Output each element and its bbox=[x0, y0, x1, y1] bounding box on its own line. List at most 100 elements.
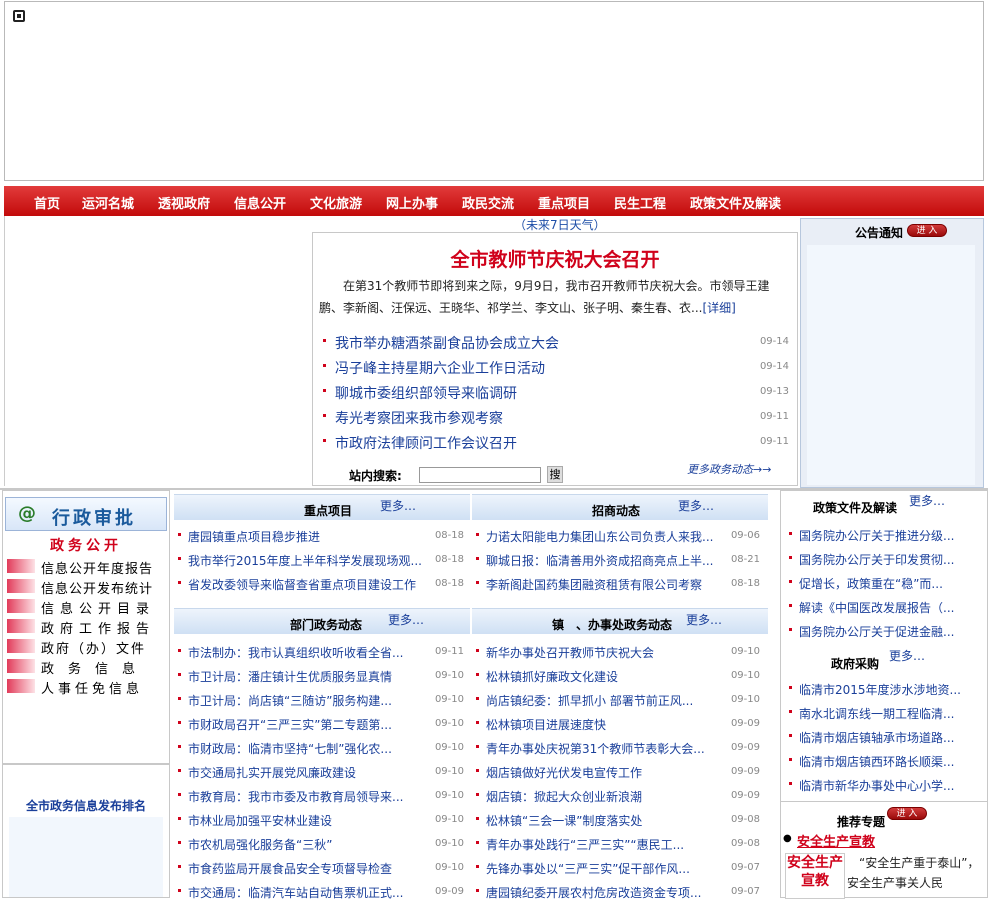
list-item[interactable]: 青年办事处庆祝第31个教师节表彰大会... 09-09 bbox=[476, 736, 760, 760]
sidebar-item-gov-documents[interactable]: 政府（办）文件 bbox=[7, 637, 157, 657]
list-item[interactable]: 临清市烟店镇西环路长顺渠... bbox=[789, 749, 979, 773]
list-item[interactable]: 省发改委领导来临督查省重点项目建设工作 08-18 bbox=[178, 572, 464, 596]
item-title[interactable]: 市财政局召开“三严三实”第二专题第... bbox=[188, 716, 428, 733]
list-item[interactable]: 聊城市委组织部领导来临调研 09-13 bbox=[323, 381, 789, 405]
list-item[interactable]: 烟店镇做好光伏发电宣传工作 09-09 bbox=[476, 760, 760, 784]
sidebar-item-release-stats[interactable]: 信息公开发布统计 bbox=[7, 577, 157, 597]
item-title[interactable]: 烟店镇做好光伏发电宣传工作 bbox=[486, 764, 722, 781]
admin-approval-banner[interactable]: @ 行政审批 bbox=[5, 497, 167, 531]
more-link[interactable]: 更多… bbox=[686, 611, 722, 628]
safety-topic-link[interactable]: 安全生产宣教 bbox=[797, 831, 875, 850]
item-title[interactable]: 市交通局：临清汽车站自动售票机正式... bbox=[188, 884, 428, 901]
nav-online-services[interactable]: 网上办事 bbox=[386, 193, 438, 212]
nav-canal-city[interactable]: 运河名城 bbox=[82, 193, 134, 212]
list-item[interactable]: 国务院办公厅关于促进金融... bbox=[789, 619, 979, 643]
nav-home[interactable]: 首页 bbox=[34, 193, 60, 212]
item-title[interactable]: 市教育局：我市市委及市教育局领导来... bbox=[188, 788, 428, 805]
item-title[interactable]: 松林镇项目进展速度快 bbox=[486, 716, 722, 733]
list-item[interactable]: 市卫计局：尚店镇“三随访”服务构建... 09-10 bbox=[178, 688, 464, 712]
item-title[interactable]: 唐园镇纪委开展农村危房改造资金专项... bbox=[486, 884, 722, 901]
item-title[interactable]: 李新阁赴国药集团融资租赁有限公司考察 bbox=[486, 576, 722, 593]
news-title[interactable]: 冯子峰主持星期六企业工作日活动 bbox=[335, 358, 545, 378]
item-title[interactable]: 国务院办公厅关于印发贯彻... bbox=[799, 551, 975, 568]
news-title[interactable]: 寿光考察团来我市参观考察 bbox=[335, 408, 503, 428]
list-item[interactable]: 尚店镇纪委：抓早抓小 部署节前正风... 09-10 bbox=[476, 688, 760, 712]
list-item[interactable]: 聊城日报：临清善用外资成招商亮点上半... 08-21 bbox=[476, 548, 760, 572]
item-title[interactable]: 市农机局强化服务备“三秋” bbox=[188, 836, 428, 853]
nav-policy-docs[interactable]: 政策文件及解读 bbox=[690, 193, 781, 212]
more-link[interactable]: 更多… bbox=[909, 492, 945, 509]
list-item[interactable]: 南水北调东线一期工程临清... bbox=[789, 701, 979, 725]
weather-link[interactable]: （未来7日天气） bbox=[514, 216, 606, 233]
item-title[interactable]: 新华办事处召开教师节庆祝大会 bbox=[486, 644, 722, 661]
item-title[interactable]: 促增长，政策重在“稳”而... bbox=[799, 575, 975, 592]
item-title[interactable]: 市林业局加强平安林业建设 bbox=[188, 812, 428, 829]
nav-government[interactable]: 透视政府 bbox=[158, 193, 210, 212]
list-item[interactable]: 力诺太阳能电力集团山东公司负责人来我... 09-06 bbox=[476, 524, 760, 548]
sidebar-item-annual-report[interactable]: 信息公开年度报告 bbox=[7, 557, 157, 577]
item-title[interactable]: 市财政局：临清市坚持“七制”强化农... bbox=[188, 740, 428, 757]
list-item[interactable]: 寿光考察团来我市参观考察 09-11 bbox=[323, 406, 789, 430]
list-item[interactable]: 国务院办公厅关于印发贯彻... bbox=[789, 547, 979, 571]
item-title[interactable]: 市卫计局：潘庄镇计生优质服务显真情 bbox=[188, 668, 428, 685]
list-item[interactable]: 松林镇“三会一课”制度落实处 09-08 bbox=[476, 808, 760, 832]
item-title[interactable]: 松林镇“三会一课”制度落实处 bbox=[486, 812, 722, 829]
item-title[interactable]: 国务院办公厅关于促进金融... bbox=[799, 623, 975, 640]
list-item[interactable]: 市法制办：我市认真组织收听收看全省... 09-11 bbox=[178, 640, 464, 664]
list-item[interactable]: 市交通局扎实开展党风廉政建设 09-10 bbox=[178, 760, 464, 784]
list-item[interactable]: 烟店镇：掀起大众创业新浪潮 09-09 bbox=[476, 784, 760, 808]
nav-info-disclosure[interactable]: 信息公开 bbox=[234, 193, 286, 212]
item-title[interactable]: 我市举行2015年度上半年科学发展现场观... bbox=[188, 552, 428, 569]
item-title[interactable]: 省发改委领导来临督查省重点项目建设工作 bbox=[188, 576, 428, 593]
notice-enter-button[interactable]: 进 入 bbox=[907, 224, 947, 237]
more-dynamics-link[interactable]: 更多政务动态→→ bbox=[687, 461, 771, 477]
search-button[interactable]: 搜 bbox=[547, 466, 563, 483]
item-title[interactable]: 临清市新华办事处中心小学... bbox=[799, 777, 975, 794]
item-title[interactable]: 尚店镇纪委：抓早抓小 部署节前正风... bbox=[486, 692, 722, 709]
list-item[interactable]: 促增长，政策重在“稳”而... bbox=[789, 571, 979, 595]
sidebar-item-personnel[interactable]: 人事任免信息 bbox=[7, 677, 157, 697]
item-title[interactable]: 烟店镇：掀起大众创业新浪潮 bbox=[486, 788, 722, 805]
item-title[interactable]: 市交通局扎实开展党风廉政建设 bbox=[188, 764, 428, 781]
item-title[interactable]: 青年办事处践行“三严三实”“惠民工... bbox=[486, 836, 722, 853]
list-item[interactable]: 临清市新华办事处中心小学... bbox=[789, 773, 979, 797]
list-item[interactable]: 冯子峰主持星期六企业工作日活动 09-14 bbox=[323, 356, 789, 380]
more-link[interactable]: 更多… bbox=[380, 497, 416, 514]
list-item[interactable]: 市财政局：临清市坚持“七制”强化农... 09-10 bbox=[178, 736, 464, 760]
item-title[interactable]: 青年办事处庆祝第31个教师节表彰大会... bbox=[486, 740, 722, 757]
list-item[interactable]: 我市举办糖酒茶副食品协会成立大会 09-14 bbox=[323, 331, 789, 355]
item-title[interactable]: 力诺太阳能电力集团山东公司负责人来我... bbox=[486, 528, 722, 545]
topics-enter-button[interactable]: 进 入 bbox=[887, 807, 927, 820]
list-item[interactable]: 市食药监局开展食品安全专项督导检查 09-10 bbox=[178, 856, 464, 880]
sidebar-item-work-report[interactable]: 政府工作报告 bbox=[7, 617, 157, 637]
item-title[interactable]: 解读《中国医改发展报告（... bbox=[799, 599, 975, 616]
nav-culture-tourism[interactable]: 文化旅游 bbox=[310, 193, 362, 212]
list-item[interactable]: 市卫计局：潘庄镇计生优质服务显真情 09-10 bbox=[178, 664, 464, 688]
item-title[interactable]: 国务院办公厅关于推进分级... bbox=[799, 527, 975, 544]
item-title[interactable]: 市卫计局：尚店镇“三随访”服务构建... bbox=[188, 692, 428, 709]
list-item[interactable]: 新华办事处召开教师节庆祝大会 09-10 bbox=[476, 640, 760, 664]
item-title[interactable]: 唐园镇重点项目稳步推进 bbox=[188, 528, 428, 545]
sidebar-item-catalog[interactable]: 信息公开目录 bbox=[7, 597, 157, 617]
list-item[interactable]: 市农机局强化服务备“三秋” 09-10 bbox=[178, 832, 464, 856]
list-item[interactable]: 国务院办公厅关于推进分级... bbox=[789, 523, 979, 547]
list-item[interactable]: 唐园镇重点项目稳步推进 08-18 bbox=[178, 524, 464, 548]
list-item[interactable]: 市林业局加强平安林业建设 09-10 bbox=[178, 808, 464, 832]
nav-livelihood[interactable]: 民生工程 bbox=[614, 193, 666, 212]
item-title[interactable]: 聊城日报：临清善用外资成招商亮点上半... bbox=[486, 552, 722, 569]
list-item[interactable]: 临清市2015年度涉水涉地资... bbox=[789, 677, 979, 701]
list-item[interactable]: 市政府法律顾问工作会议召开 09-11 bbox=[323, 431, 789, 455]
item-title[interactable]: 临清市烟店镇轴承市场道路... bbox=[799, 729, 975, 746]
nav-citizen-exchange[interactable]: 政民交流 bbox=[462, 193, 514, 212]
item-title[interactable]: 松林镇抓好廉政文化建设 bbox=[486, 668, 722, 685]
item-title[interactable]: 市法制办：我市认真组织收听收看全省... bbox=[188, 644, 428, 661]
news-title[interactable]: 市政府法律顾问工作会议召开 bbox=[335, 433, 517, 453]
nav-key-projects[interactable]: 重点项目 bbox=[538, 193, 590, 212]
list-item[interactable]: 市交通局：临清汽车站自动售票机正式... 09-09 bbox=[178, 880, 464, 904]
list-item[interactable]: 松林镇抓好廉政文化建设 09-10 bbox=[476, 664, 760, 688]
news-title[interactable]: 我市举办糖酒茶副食品协会成立大会 bbox=[335, 333, 559, 353]
list-item[interactable]: 松林镇项目进展速度快 09-09 bbox=[476, 712, 760, 736]
news-title[interactable]: 聊城市委组织部领导来临调研 bbox=[335, 383, 517, 403]
safety-topic-image[interactable]: 安全生产宣教 bbox=[785, 853, 845, 899]
item-title[interactable]: 临清市2015年度涉水涉地资... bbox=[799, 681, 975, 698]
